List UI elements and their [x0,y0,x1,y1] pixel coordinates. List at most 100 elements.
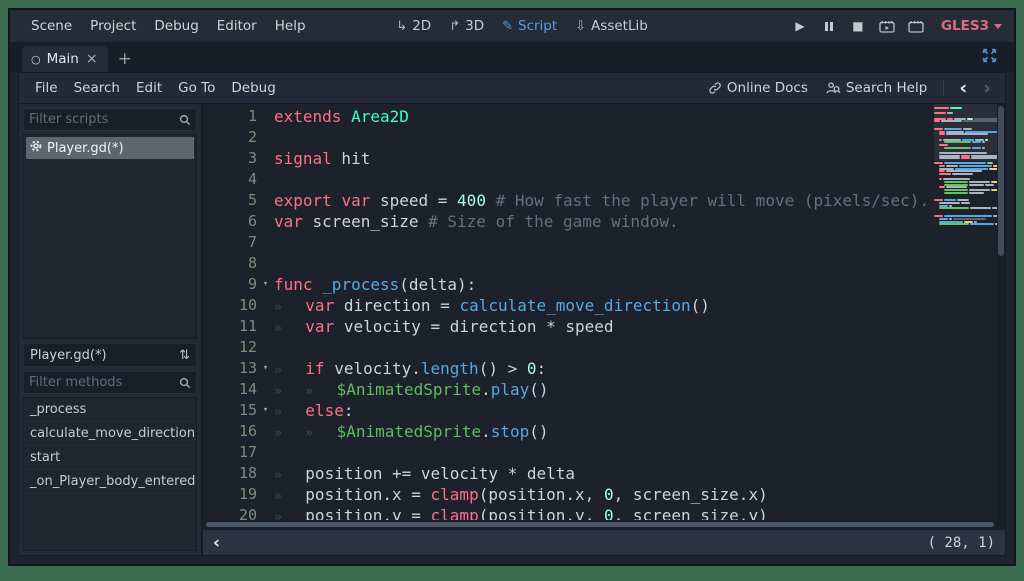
minimap[interactable] [934,104,997,520]
code-text: »»$AnimatedSprite.stop() [274,421,549,442]
filter-scripts-input[interactable] [29,112,179,127]
code-line[interactable]: 19»position.x = clamp(position.x, 0, scr… [203,484,1005,505]
script-menu-search[interactable]: Search [66,76,128,100]
history-back-button[interactable]: ‹ [953,79,973,97]
script-menu-edit[interactable]: Edit [128,76,170,100]
workspace-assetlib[interactable]: ⇩AssetLib [575,18,648,34]
search-help-button[interactable]: Search Help [819,76,934,100]
menu-project[interactable]: Project [81,14,145,38]
code-line[interactable]: 16 »»$AnimatedSprite.stop() [203,421,1005,442]
script-menu-file[interactable]: File [27,76,66,100]
code-line[interactable]: 11»var velocity = direction * speed [203,316,1005,337]
code-line[interactable]: 9▾func _process(delta): [203,274,1005,295]
code-line[interactable]: 8 [203,253,1005,274]
filter-methods-field [23,371,197,394]
menu-scene[interactable]: Scene [22,14,81,38]
fold-spacer [257,421,274,442]
fold-arrow-icon[interactable]: ▾ [257,400,274,421]
scene-tab-main[interactable]: ○ Main × [22,46,108,72]
tab-indicator-icon: » [305,381,336,402]
code-text: »var direction = calculate_move_directio… [274,295,710,316]
menu-debug[interactable]: Debug [145,14,207,38]
code-text: signal hit [274,148,370,169]
workspace-2d[interactable]: ↳2D [396,18,431,34]
script-item-label: Player.gd(*) [47,141,124,156]
code-text: »position.x = clamp(position.x, 0, scree… [274,484,768,505]
method-item-start[interactable]: start [24,446,196,470]
code-line[interactable]: 4 [203,169,1005,190]
method-item--process[interactable]: _process [24,398,196,422]
line-number: 16 [203,421,257,442]
close-icon[interactable]: × [85,51,99,67]
tab-indicator-icon: » [305,423,336,444]
line-number: 3 [203,148,257,169]
tab-indicator-icon: » [274,318,305,339]
code-line[interactable]: 1extends Area2D [203,106,1005,127]
script-menu-debug[interactable]: Debug [223,76,283,100]
history-forward-button[interactable]: › [977,79,997,97]
script-item-player-gd-[interactable]: Player.gd(*) [26,137,194,159]
methods-list: _processcalculate_move_directionstart_on… [23,397,197,551]
workspace-label: Script [518,18,557,34]
vertical-scrollbar[interactable] [997,104,1005,520]
menu-help[interactable]: Help [266,14,315,38]
scripts-panel-toggle-button[interactable]: ‹ [213,535,220,551]
distraction-free-icon[interactable] [981,47,998,68]
code-line[interactable]: 3 signal hit [203,148,1005,169]
line-number: 13 [203,358,257,379]
code-line[interactable]: 20»position.y = clamp(position.y, 0, scr… [203,505,1005,520]
script-menu-go-to[interactable]: Go To [170,76,223,100]
filter-scripts-field [23,108,197,131]
fold-spacer [257,463,274,484]
scripts-panel: Player.gd(*) Player.gd(*) ⇅ _processcalc… [19,104,203,555]
vertical-scrollbar-thumb[interactable] [998,106,1004,256]
filter-methods-input[interactable] [29,375,179,390]
workspace-3d[interactable]: ↱3D [449,18,484,34]
renderer-label: GLES3 [941,18,989,34]
code-line[interactable]: 12 [203,337,1005,358]
line-number: 10 [203,295,257,316]
line-number: 9 [203,274,257,295]
code-line[interactable]: 18»position += velocity * delta [203,463,1005,484]
code-line[interactable]: 2 [203,127,1005,148]
line-number: 2 [203,127,257,148]
menu-editor[interactable]: Editor [208,14,266,38]
play-button[interactable]: ▶ [792,19,808,33]
fold-spacer [257,442,274,463]
scripts-list: Player.gd(*) [23,134,197,339]
fold-spacer [257,253,274,274]
playbar: ▶ ■ GLES3 [792,18,1002,34]
renderer-dropdown[interactable]: GLES3 [941,18,1002,34]
fold-arrow-icon[interactable]: ▾ [257,274,274,295]
workspace-label: 3D [465,18,484,34]
current-script-bar[interactable]: Player.gd(*) ⇅ [23,343,197,367]
code-line[interactable]: 15▾»else: [203,400,1005,421]
sort-methods-icon[interactable]: ⇅ [179,348,190,363]
stop-button[interactable]: ■ [850,19,866,33]
code-lines: 1extends Area2D23 signal hit45export var … [203,106,1005,520]
code-text: »position.y = clamp(position.y, 0, scree… [274,505,768,520]
play-scene-button[interactable] [879,20,895,33]
code-line[interactable]: 7 [203,232,1005,253]
fold-spacer [257,127,274,148]
horizontal-scrollbar[interactable] [203,520,1005,529]
line-number: 12 [203,337,257,358]
code-line[interactable]: 13▾»if velocity.length() > 0: [203,358,1005,379]
code-line[interactable]: 6var screen_size # Size of the game wind… [203,211,1005,232]
workspace-script[interactable]: ✎Script [502,18,557,34]
play-custom-scene-button[interactable] [908,20,924,33]
fold-arrow-icon[interactable]: ▾ [257,358,274,379]
method-item-calculate-move-direction[interactable]: calculate_move_direction [24,422,196,446]
online-docs-button[interactable]: Online Docs [701,76,815,100]
code-area[interactable]: 1extends Area2D23 signal hit45export var … [203,104,1005,520]
method-item--on-player-body-entered[interactable]: _on_Player_body_entered [24,470,196,494]
add-scene-tab-button[interactable]: + [108,49,142,72]
code-line[interactable]: 17 [203,442,1005,463]
code-editor: 1extends Area2D23 signal hit45export var … [203,104,1005,555]
code-text: extends Area2D [274,106,409,127]
code-line[interactable]: 14»»$AnimatedSprite.play() [203,379,1005,400]
horizontal-scrollbar-thumb[interactable] [206,522,994,527]
code-line[interactable]: 5export var speed = 400 # How fast the p… [203,190,1005,211]
code-line[interactable]: 10 »var direction = calculate_move_direct… [203,295,1005,316]
pause-button[interactable] [821,21,837,32]
